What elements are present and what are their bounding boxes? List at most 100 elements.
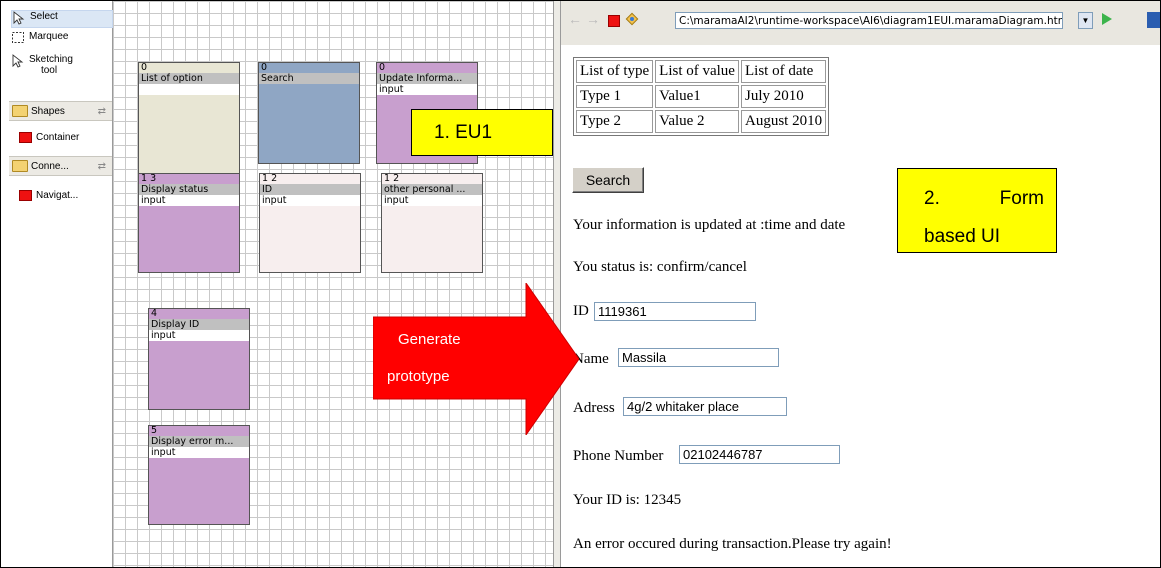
collapse-icon[interactable]: ⇄: [98, 161, 106, 172]
generate-arrow: [373, 283, 579, 435]
palette-tool-label: Select: [30, 11, 58, 22]
address-field[interactable]: 4g/2 whitaker place: [623, 397, 787, 416]
table-cell: Value 2: [655, 110, 739, 133]
table-header: List of type: [576, 60, 654, 83]
palette-tool-sketching[interactable]: Sketching tool: [11, 54, 111, 80]
shape-body: [139, 95, 239, 177]
shape-display-status[interactable]: 1 3 Display status input: [138, 173, 240, 273]
data-table: List of type List of value List of date …: [573, 57, 830, 136]
eu1-callout-text: 1. EU1: [434, 122, 493, 143]
back-icon[interactable]: ←: [568, 11, 582, 27]
shape-number: 1 2: [262, 173, 278, 184]
shape-number: 0: [261, 62, 268, 73]
palette-tool-select[interactable]: Select: [11, 10, 113, 28]
url-dropdown-icon[interactable]: ▼: [1078, 12, 1093, 29]
palette-item-container[interactable]: Container: [11, 129, 111, 145]
error-text: An error occured during transaction.Plea…: [573, 536, 892, 552]
shape-input: input: [149, 330, 249, 341]
palette-item-label: Container: [36, 131, 80, 143]
palette-item-navigation[interactable]: Navigat...: [11, 187, 111, 203]
form-ui-callout: 2. Form based UI: [897, 168, 1057, 253]
shape-input: input: [382, 195, 482, 206]
form-ui-callout-number: 2.: [924, 188, 940, 209]
screen-frame: Select Marquee Sketching tool Shapes ⇄ C…: [0, 0, 1161, 568]
shape-label: Display error m...: [149, 436, 249, 447]
shape-number: 1 3: [141, 173, 157, 184]
table-row: Type 1 Value1 July 2010: [576, 85, 827, 108]
shape-input: [139, 84, 239, 95]
shape-body: [259, 84, 359, 162]
address-label: Adress: [573, 400, 615, 416]
navigation-icon: [19, 189, 32, 201]
table-header: List of date: [740, 60, 827, 83]
updated-text: Your information is updated at :time and…: [573, 217, 846, 233]
forward-icon[interactable]: →: [586, 11, 600, 27]
folder-icon: [12, 160, 28, 172]
shape-display-id[interactable]: 4 Display ID input: [148, 308, 250, 410]
shape-number: 0: [141, 62, 148, 73]
collapse-icon[interactable]: ⇄: [98, 106, 106, 117]
shape-body: [149, 341, 249, 408]
arrow-cursor-icon: [12, 11, 26, 25]
toolbar-extra-icon[interactable]: [1147, 12, 1160, 28]
palette-tool-marquee[interactable]: Marquee: [11, 31, 111, 47]
url-bar[interactable]: C:\maramaAI2\runtime-workspace\AI6\diagr…: [675, 12, 1063, 29]
drawer-shapes[interactable]: Shapes ⇄: [9, 101, 112, 121]
shape-label: Search: [259, 73, 359, 84]
your-id-text: Your ID is: 12345: [573, 492, 682, 508]
table-cell: Type 1: [576, 85, 654, 108]
shape-body: [139, 206, 239, 271]
shape-other-personal[interactable]: 1 2 other personal ... input: [381, 173, 483, 273]
table-cell: Value1: [655, 85, 739, 108]
shape-body: [260, 206, 360, 271]
search-button[interactable]: Search: [572, 167, 644, 193]
shape-label: Display ID: [149, 319, 249, 330]
shape-input: input: [260, 195, 360, 206]
go-icon[interactable]: [1101, 12, 1113, 31]
browser-panel: ← → C:\maramaAI2\runtime-workspace\AI6\d…: [561, 1, 1160, 567]
table-cell: August 2010: [740, 110, 827, 133]
shape-id[interactable]: 1 2 ID input: [259, 173, 361, 273]
shape-search[interactable]: 0 Search: [258, 62, 360, 164]
name-field[interactable]: Massila: [618, 348, 779, 367]
table-cell: July 2010: [740, 85, 827, 108]
palette-tool-label: Sketching tool: [29, 54, 73, 76]
arrow-text-line1: Generate: [398, 331, 461, 348]
shape-number: 4: [151, 308, 158, 319]
stop-icon[interactable]: [608, 15, 620, 27]
shape-label: Display status: [139, 184, 239, 195]
form-ui-callout-line2: based UI: [924, 226, 1001, 247]
arrow-text-line2: prototype: [387, 368, 450, 385]
shape-body: [149, 458, 249, 523]
folder-icon: [12, 105, 28, 117]
palette: Select Marquee Sketching tool Shapes ⇄ C…: [9, 1, 113, 567]
phone-label: Phone Number: [573, 448, 664, 464]
table-header: List of value: [655, 60, 739, 83]
drawer-connections[interactable]: Conne... ⇄: [9, 156, 112, 176]
shape-input: input: [377, 84, 477, 95]
sketch-arrow-icon: [11, 54, 25, 68]
palette-item-label: Navigat...: [36, 189, 79, 201]
shape-number: 0: [379, 62, 386, 73]
phone-field[interactable]: 02102446787: [679, 445, 840, 464]
palette-tool-label: Marquee: [29, 31, 69, 42]
id-field[interactable]: 1119361: [594, 302, 756, 321]
table-row: Type 2 Value 2 August 2010: [576, 110, 827, 133]
status-text: You status is: confirm/cancel: [573, 259, 747, 275]
shape-number: 1 2: [384, 173, 400, 184]
shape-number: 5: [151, 425, 158, 436]
form-ui-callout-word: Form: [999, 188, 1044, 209]
shape-label: Update Informa...: [377, 73, 477, 84]
table-cell: Type 2: [576, 110, 654, 133]
shape-body: [382, 206, 482, 271]
shape-list-of-option[interactable]: 0 List of option: [138, 62, 240, 179]
drawer-label: Conne...: [31, 160, 69, 172]
marquee-icon: [11, 31, 25, 45]
shape-display-error[interactable]: 5 Display error m... input: [148, 425, 250, 525]
shape-input: input: [149, 447, 249, 458]
drawer-label: Shapes: [31, 105, 65, 117]
shape-label: List of option: [139, 73, 239, 84]
container-icon: [19, 131, 32, 143]
refresh-icon[interactable]: [625, 12, 639, 26]
eu1-callout: 1. EU1: [411, 109, 553, 156]
